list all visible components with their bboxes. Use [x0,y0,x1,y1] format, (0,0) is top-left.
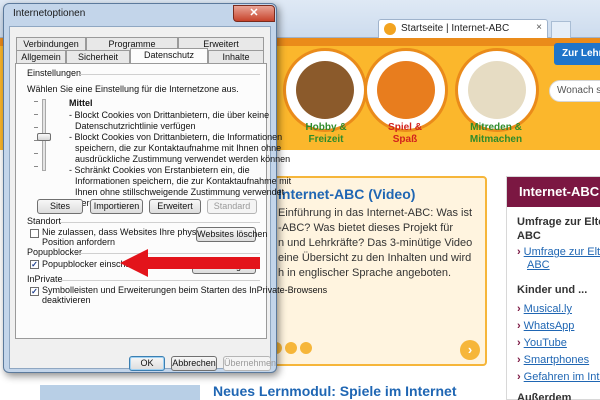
group-divider [62,280,260,281]
chevron-right-icon: › [517,337,521,349]
mascot-spiel-icon[interactable] [364,48,448,132]
site-search-input[interactable]: Wonach s [549,80,600,102]
inprivate-checkbox-label-line2: deaktivieren [42,295,91,305]
location-checkbox[interactable] [30,229,39,238]
sites-button[interactable]: Sites [37,199,83,214]
cancel-button[interactable]: Abbrechen [171,356,217,371]
tab-sicherheit[interactable]: Sicherheit [66,50,130,63]
settings-group-label: Einstellungen [27,68,82,78]
chevron-right-icon: › [517,303,521,315]
sidebar-link-smartphones[interactable]: › Smartphones [517,354,600,367]
inprivate-checkbox[interactable]: ✓ [30,287,39,296]
red-arrow-annotation [120,249,260,277]
video-teaser-title[interactable]: Internet-ABC (Video) [278,186,415,202]
sidebar-link-youtube[interactable]: › YouTube [517,337,600,350]
group-divider [60,222,260,223]
default-button[interactable]: Standard [207,199,257,214]
sidebar-link-survey[interactable]: › Umfrage zur Elt ABC [517,246,600,272]
settings-intro-text: Wählen Sie eine Einstellung für die Inte… [27,84,239,94]
sidebar-survey-title: Umfrage zur Elte ABC [517,216,600,242]
teacher-login-button[interactable]: Zur Lehr [554,43,600,65]
ok-button[interactable]: OK [129,356,165,371]
sidebar-link-musically[interactable]: › Musical.ly [517,303,600,316]
carousel-next-button[interactable]: › [460,340,480,360]
chevron-right-icon: › [517,354,521,366]
sidebar-ausserdem-title: Außerdem [517,392,572,400]
chevron-right-icon: › [517,246,521,258]
tab-verbindungen[interactable]: Verbindungen [16,37,86,50]
slider-tick [34,127,38,128]
nav-hobby-label[interactable]: Hobby & Freizeit [281,122,371,146]
dialog-close-button[interactable]: ✕ [233,5,275,22]
nav-mitreden-label[interactable]: Mitreden & Mitmachen [451,122,541,146]
sidebar-header: Internet-ABC [507,177,600,207]
fox-icon [377,61,435,119]
carousel-dots[interactable] [270,342,320,354]
goat-icon [468,61,526,119]
tab-close-icon[interactable]: × [536,22,542,33]
inprivate-group-label: InPrivate [27,274,63,284]
mascot-hobby-icon[interactable] [283,48,367,132]
sidebar-link-whatsapp[interactable]: › WhatsApp [517,320,600,333]
sidebar-panel: Internet-ABC Umfrage zur Elte ABC › Umfra… [506,176,600,400]
apply-button[interactable]: Übernehmen [223,356,276,371]
carousel-dot[interactable] [285,342,297,354]
slider-tick [34,114,38,115]
browser-tab[interactable]: Startseite | Internet-ABC × [378,19,548,38]
location-group-label: Standort [27,216,62,226]
browser-tab-title: Startseite | Internet-ABC [401,23,510,34]
teaser-image [40,385,200,400]
advanced-button[interactable]: Erweitert [149,199,201,214]
slider-tick [34,153,38,154]
chevron-right-icon: › [517,320,521,332]
tab-inhalte[interactable]: Inhalte [208,50,264,63]
dialog-title: Internetoptionen [13,8,86,19]
carousel-dot[interactable] [300,342,312,354]
privacy-level-name: Mittel [69,98,93,108]
sidebar-link-gefahren[interactable]: › Gefahren im Inte [517,371,600,384]
tab-allgemein[interactable]: Allgemein [16,50,66,63]
import-button[interactable]: Importieren [90,199,143,214]
internet-options-dialog: Internetoptionen ✕ Verbindungen Programm… [3,3,327,373]
kiwi-bird-icon [296,61,354,119]
popup-group-label: Popupblocker [27,247,83,257]
favicon-icon [384,23,396,35]
mascot-mitreden-icon[interactable] [455,48,539,132]
popup-blocker-checkbox[interactable]: ✓ [30,260,39,269]
privacy-level-slider-thumb[interactable] [37,133,51,141]
new-tab-button[interactable] [551,21,571,38]
slider-tick [34,101,38,102]
chevron-right-icon: › [517,371,521,383]
tab-datenschutz[interactable]: Datenschutz [130,48,208,63]
video-teaser-text: Einführung in das Internet-ABC: Was ist … [278,207,473,279]
slider-tick [34,166,38,167]
sidebar-kinder-title: Kinder und ... [517,284,588,296]
nav-spiel-label[interactable]: Spiel & Spaß [360,122,450,146]
lernmodul-heading[interactable]: Neues Lernmodul: Spiele im Internet [213,383,457,399]
clear-sites-button[interactable]: Websites löschen [196,227,267,242]
group-divider [80,74,260,75]
